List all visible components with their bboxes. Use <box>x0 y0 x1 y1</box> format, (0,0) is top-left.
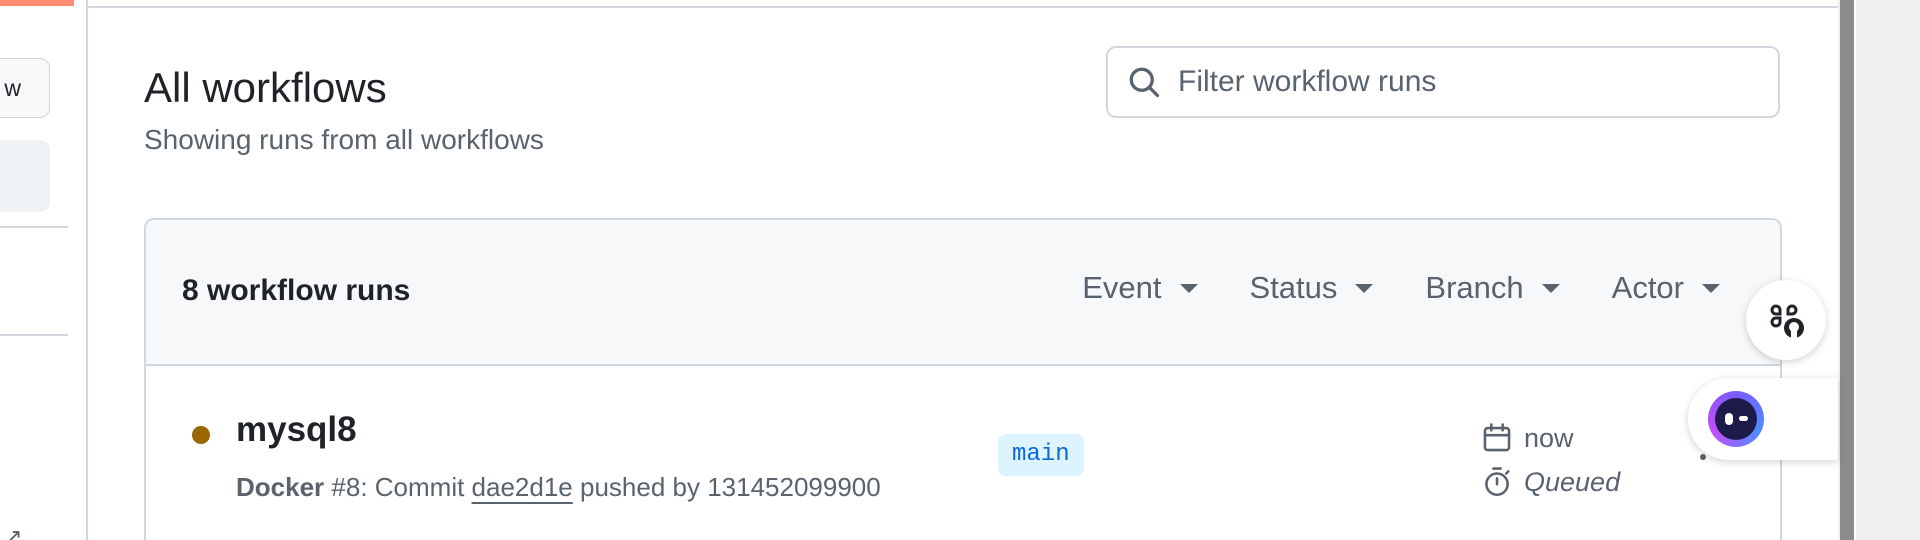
branch-filter-menu[interactable]: Branch <box>1425 270 1560 306</box>
main-content: All workflows Showing runs from all work… <box>88 8 1838 540</box>
filter-workflow-runs[interactable] <box>1106 46 1780 118</box>
arrow-up-right-icon[interactable]: ↗ <box>4 524 22 540</box>
caret-down-icon <box>1702 283 1720 293</box>
run-time-label: now <box>1524 422 1574 453</box>
scrollbar-thumb[interactable] <box>1840 0 1854 540</box>
run-meta-suffix: pushed by 131452099900 <box>572 472 881 502</box>
assistant-launcher[interactable] <box>1688 378 1838 460</box>
kebab-menu-icon[interactable] <box>1700 454 1706 460</box>
run-title-link[interactable]: mysql8 <box>236 410 357 450</box>
sidebar: w ↗ <box>0 0 88 540</box>
assistant-face-icon <box>1708 391 1764 447</box>
event-filter-menu[interactable]: Event <box>1082 270 1198 306</box>
caret-down-icon <box>1179 283 1198 293</box>
status-filter-menu[interactable]: Status <box>1250 270 1374 306</box>
search-input[interactable] <box>1178 65 1738 99</box>
run-meta-prefix: : Commit <box>360 472 472 502</box>
actor-filter-menu[interactable]: Actor <box>1612 270 1720 306</box>
filter-menu-label: Actor <box>1611 270 1684 305</box>
commit-sha-link[interactable]: dae2d1e <box>472 472 573 502</box>
sidebar-divider <box>0 334 68 336</box>
new-workflow-button[interactable]: w <box>0 58 50 118</box>
command-github-icon[interactable] <box>1746 280 1826 360</box>
runs-list-header: 8 workflow runs Event Status Branch Acto… <box>146 220 1780 366</box>
sidebar-divider <box>0 226 68 228</box>
filter-menu-label: Status <box>1249 270 1338 305</box>
calendar-icon <box>1483 423 1511 452</box>
workflow-name: Docker <box>236 472 325 502</box>
scrollbar-edge <box>1854 0 1856 540</box>
workflow-runs-list: 8 workflow runs Event Status Branch Acto… <box>144 218 1782 540</box>
run-meta: Docker #8: Commit dae2d1e pushed by 1314… <box>236 472 881 503</box>
page-subtitle: Showing runs from all workflows <box>144 124 544 155</box>
stopwatch-icon <box>1485 467 1510 497</box>
sidebar-item-all-workflows[interactable] <box>0 140 50 212</box>
runs-filters: Event Status Branch Actor <box>1082 270 1720 306</box>
page: w ↗ All workflows Showing runs from all … <box>0 0 1920 540</box>
runs-count: 8 workflow runs <box>182 274 411 307</box>
workflow-run-row[interactable]: mysql8 Docker #8: Commit dae2d1e pushed … <box>146 366 1780 540</box>
branch-badge[interactable]: main <box>998 434 1084 476</box>
filter-menu-label: Branch <box>1425 270 1524 305</box>
page-title: All workflows <box>144 64 387 111</box>
run-number: #8 <box>331 472 361 502</box>
active-tab-indicator <box>0 0 74 6</box>
command-key-icon <box>1770 304 1804 338</box>
filter-menu-label: Event <box>1082 270 1162 305</box>
caret-down-icon <box>1355 283 1374 293</box>
run-timing: now Queued <box>1480 416 1620 504</box>
caret-down-icon <box>1541 283 1560 293</box>
run-state-label: Queued <box>1524 466 1621 497</box>
status-queued-icon <box>192 426 210 444</box>
search-icon <box>1129 67 1160 98</box>
